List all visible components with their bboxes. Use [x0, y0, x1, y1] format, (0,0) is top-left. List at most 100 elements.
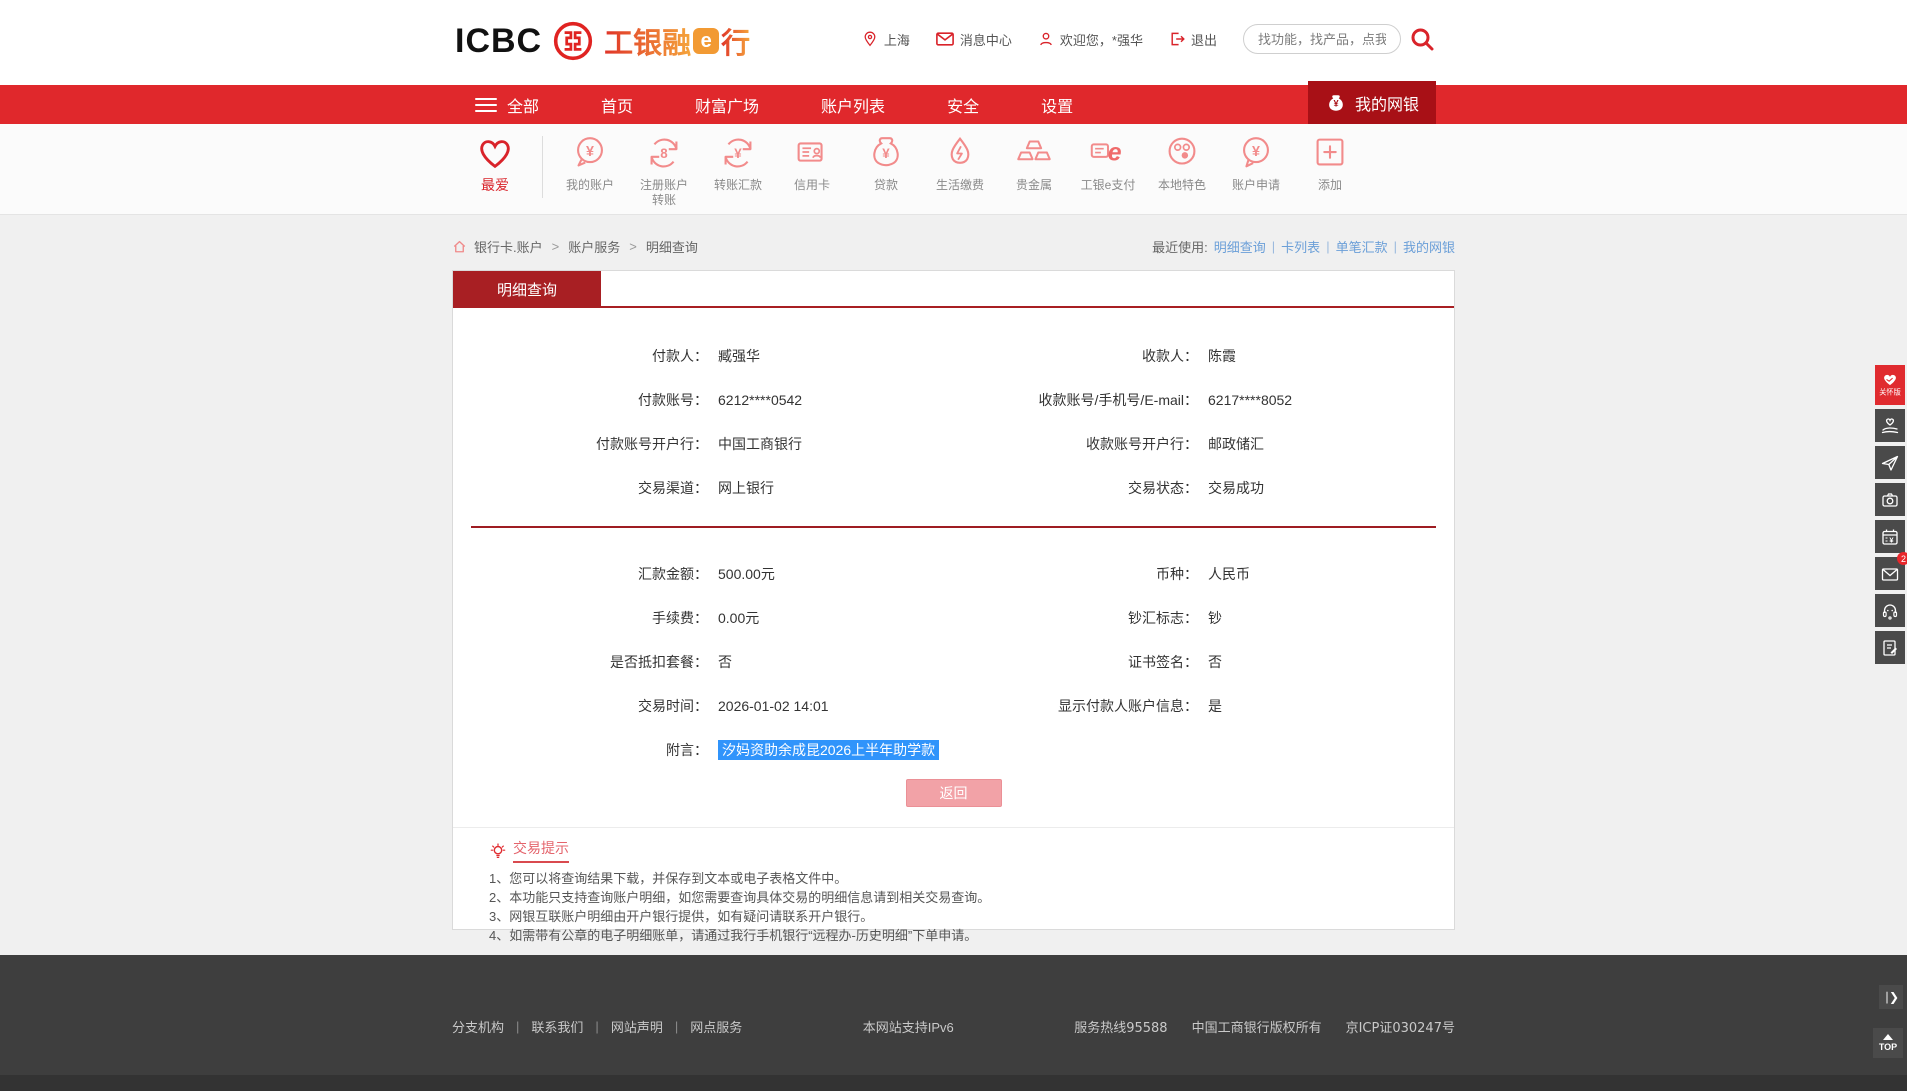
card-tab-row: 明细查询	[453, 271, 1454, 308]
payer-bank-value: 中国工商银行	[718, 436, 802, 452]
message-center-link[interactable]: 消息中心	[935, 30, 1012, 49]
search-icon[interactable]	[1409, 26, 1435, 52]
recent-link-detail-query[interactable]: 明细查询	[1214, 237, 1266, 256]
care-version-button[interactable]: 关怀版	[1875, 365, 1905, 405]
quicklink-precious-metals[interactable]: 贵金属	[1001, 132, 1067, 193]
logout-icon	[1169, 31, 1185, 47]
hand-heart-button[interactable]	[1875, 409, 1905, 442]
quicklink-label: 账户申请	[1231, 178, 1280, 192]
camera-button[interactable]	[1875, 483, 1905, 516]
hand-heart-icon	[1880, 416, 1900, 436]
quicklink-label: 添加	[1317, 178, 1342, 192]
quicklink-loans[interactable]: ¥ 贷款	[853, 132, 919, 193]
location-pin-icon	[862, 31, 878, 47]
footer-link-contact[interactable]: 联系我们	[531, 1017, 583, 1036]
mail-icon	[1880, 564, 1900, 584]
footer-link-outlets[interactable]: 网点服务	[690, 1017, 742, 1036]
nav-item-accounts[interactable]: 账户列表	[821, 93, 885, 117]
logout-button[interactable]: 退出	[1169, 30, 1217, 49]
payer-account-value: 6212****0542	[718, 392, 803, 408]
breadcrumb-item[interactable]: 账户服务	[568, 237, 620, 256]
document-pencil-icon	[1880, 638, 1900, 658]
lightbulb-icon	[489, 842, 507, 860]
nav-label: 安全	[947, 98, 980, 116]
quicklink-transfer-remit[interactable]: ¥ 转账汇款	[705, 132, 771, 193]
payer-bank-label: 付款账号开户行：	[596, 436, 708, 452]
nav-item-home[interactable]: 首页	[601, 93, 633, 117]
amount-label: 汇款金额：	[638, 566, 708, 582]
nav-item-settings[interactable]: 设置	[1041, 93, 1073, 117]
location-selector[interactable]: 上海	[862, 30, 910, 49]
search-area	[1243, 24, 1435, 54]
credit-card-icon	[791, 132, 833, 174]
footer-links: 分支机构 | 联系我们 | 网站声明 | 网点服务	[452, 1017, 743, 1036]
envelope-icon	[935, 32, 954, 46]
payee-bank-value: 邮政储汇	[1208, 436, 1264, 452]
hamburger-icon	[475, 94, 497, 116]
paper-plane-button[interactable]	[1875, 446, 1905, 479]
footer-link-branches[interactable]: 分支机构	[452, 1017, 504, 1036]
tab-detail-query[interactable]: 明细查询	[453, 271, 601, 308]
quicklink-registered-transfer[interactable]: 8 注册账户转账	[631, 132, 697, 208]
svg-text:¥: ¥	[1252, 144, 1260, 160]
scroll-to-top-button[interactable]: TOP	[1873, 1028, 1903, 1058]
drop-bolt-icon	[939, 132, 981, 174]
nav-label: 账户列表	[821, 98, 886, 116]
recent-link-card-list[interactable]: 卡列表	[1281, 237, 1320, 256]
recent-link-single-remit[interactable]: 单笔汇款	[1336, 237, 1388, 256]
quicklink-local-features[interactable]: 本地特色	[1149, 132, 1215, 193]
calendar-yen-button[interactable]: ¥	[1875, 520, 1905, 553]
sidebar-expand-button[interactable]: ∣❯	[1879, 985, 1903, 1009]
tips-title: 交易提示	[513, 838, 569, 863]
quicklink-account-application[interactable]: ¥ 账户申请	[1223, 132, 1289, 193]
nav-label: 首页	[601, 98, 634, 116]
my-ebank-ribbon[interactable]: ¥ 我的网银	[1308, 81, 1436, 125]
breadcrumb-item: 明细查询	[645, 240, 698, 255]
transaction-detail-form: 付款人： 臧强华 收款人： 陈霞 付款账号： 6212****0542 收款账号…	[453, 308, 1454, 944]
nav-label: 全部	[507, 98, 540, 116]
quicklink-add[interactable]: 添加	[1297, 132, 1363, 193]
nav-item-all[interactable]: 全部	[475, 93, 539, 117]
location-label: 上海	[883, 32, 910, 48]
svg-text:¥: ¥	[1889, 535, 1894, 544]
feedback-button[interactable]	[1875, 631, 1905, 664]
field-row: 付款账号开户行： 中国工商银行 收款账号开户行： 邮政储汇	[453, 422, 1454, 466]
welcome-user[interactable]: 欢迎您，*强华	[1038, 30, 1143, 49]
payee-bank-label: 收款账号开户行：	[1086, 436, 1198, 452]
status-value: 交易成功	[1208, 480, 1264, 496]
nav-item-security[interactable]: 安全	[947, 93, 979, 117]
quicklink-label: 贵金属	[1015, 178, 1052, 192]
breadcrumb-item[interactable]: 银行卡.账户	[474, 237, 543, 256]
time-value: 2026-01-02 14:01	[718, 698, 829, 714]
time-label: 交易时间：	[638, 698, 708, 714]
quicklink-credit-card[interactable]: 信用卡	[779, 132, 845, 193]
recent-link-my-ebank[interactable]: 我的网银	[1403, 237, 1455, 256]
nav-label: 财富广场	[695, 98, 760, 116]
icbc-logo-text: ICBC	[455, 21, 543, 60]
amount-value: 500.00元	[718, 566, 775, 582]
quicklink-my-accounts[interactable]: ¥ 我的账户	[557, 132, 623, 193]
quicklink-favorites[interactable]: 最爱	[462, 132, 528, 193]
main-navbar: 全部 首页 财富广场 账户列表 安全 设置	[0, 85, 1907, 124]
tip-item: 1、您可以将查询结果下载，并保存到文本或电子表格文件中。	[489, 871, 848, 886]
quicklink-label: 信用卡	[793, 178, 830, 192]
logo-cn: 工银融 e 行	[604, 20, 750, 62]
mail-button[interactable]: 2	[1875, 552, 1907, 590]
quicklink-icbc-epay[interactable]: e 工银e支付	[1075, 132, 1141, 193]
cert-sign-label: 证书签名：	[1128, 654, 1198, 670]
my-ebank-label: 我的网银	[1354, 97, 1419, 114]
yen-bubble-icon: ¥	[1235, 132, 1277, 174]
cash-remit-label: 钞汇标志：	[1128, 610, 1198, 626]
quicklink-label: 最爱	[481, 177, 509, 193]
back-button[interactable]: 返回	[905, 779, 1002, 807]
header: ICBC 工银融 e 行 上海 消息中心 欢迎您，*强华 退出 找功能，找产品，…	[0, 0, 1907, 85]
customer-service-button[interactable]	[1875, 594, 1905, 627]
search-input[interactable]	[1243, 24, 1401, 54]
breadcrumb: 银行卡.账户 > 账户服务 > 明细查询	[452, 237, 698, 256]
home-icon[interactable]	[452, 239, 467, 254]
paper-plane-icon	[1880, 453, 1900, 473]
welcome-label: 欢迎您，*强华	[1059, 32, 1143, 48]
footer-link-statement[interactable]: 网站声明	[611, 1017, 663, 1036]
quicklink-utility-payment[interactable]: 生活缴费	[927, 132, 993, 193]
nav-item-wealth[interactable]: 财富广场	[695, 93, 759, 117]
